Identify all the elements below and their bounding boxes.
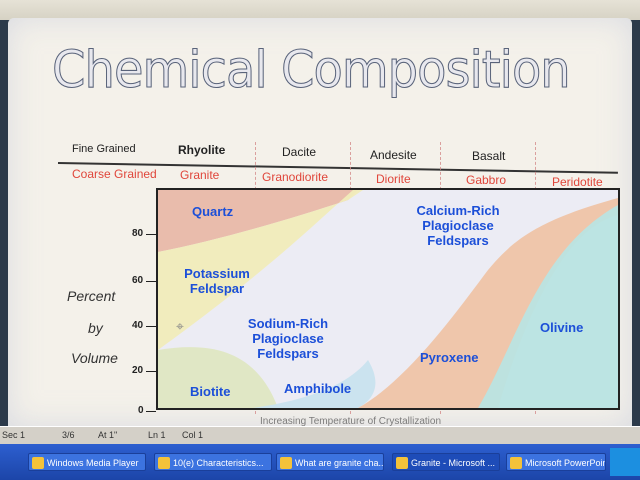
label-pyroxene: Pyroxene — [420, 350, 479, 365]
y-tick-label: 60 — [132, 275, 144, 286]
y-axis-label-volume: Volume — [71, 350, 118, 366]
fine-grained-label: Fine Grained — [72, 143, 136, 155]
label-quartz: Quartz — [192, 204, 234, 219]
rock-dacite: Dacite — [282, 145, 317, 159]
y-tick-mark — [146, 371, 156, 372]
y-tick-label: 40 — [132, 320, 144, 331]
rock-basalt: Basalt — [472, 149, 506, 163]
y-tick-label: 0 — [138, 405, 144, 416]
page-title: Chemical Composition — [52, 40, 572, 100]
status-section: Sec 1 — [2, 430, 26, 440]
powerpoint-icon — [510, 457, 522, 469]
monitor-bezel — [0, 0, 640, 20]
taskbar-item-media-player[interactable]: Windows Media Player — [28, 453, 146, 471]
y-axis-label-percent: Percent — [67, 288, 116, 304]
y-axis-label-by: by — [88, 320, 103, 336]
y-tick-label: 80 — [132, 228, 144, 239]
label-calcium-plagioclase: Calcium-Rich Plagioclase Feldspars — [416, 203, 500, 248]
system-tray — [610, 448, 640, 476]
coarse-grained-label: Coarse Grained — [72, 167, 157, 181]
taskbar-item-granite-word[interactable]: Granite - Microsoft ... — [392, 453, 500, 471]
media-player-icon — [32, 457, 44, 469]
composition-chart — [156, 188, 620, 410]
label-biotite: Biotite — [190, 384, 231, 399]
taskbar-item-characteristics[interactable]: 10(e) Characteristics... — [154, 453, 272, 471]
label-olivine: Olivine — [540, 320, 584, 335]
rock-diorite: Diorite — [376, 172, 411, 186]
y-tick-label: 20 — [132, 365, 144, 376]
label-amphibole: Amphibole — [284, 381, 352, 396]
status-bar: Sec 1 3/6 At 1" Ln 1 Col 1 — [0, 426, 640, 445]
mouse-cursor-icon: ⌖ — [176, 318, 184, 334]
rock-peridotite: Peridotite — [552, 175, 603, 189]
y-tick-mark — [146, 326, 156, 327]
rock-granite: Granite — [180, 168, 220, 182]
status-col: Col 1 — [182, 430, 204, 440]
label-potassium-feldspar: Potassium Feldspar — [184, 266, 250, 296]
rock-andesite: Andesite — [370, 148, 417, 162]
word-icon — [396, 457, 408, 469]
taskbar: Windows Media Player 10(e) Characteristi… — [0, 444, 640, 480]
status-line: Ln 1 — [148, 430, 166, 440]
label-sodium-plagioclase: Sodium-Rich Plagioclase Feldspars — [247, 316, 329, 361]
y-tick-mark — [146, 411, 156, 412]
y-tick-mark — [146, 281, 156, 282]
rock-gabbro: Gabbro — [466, 173, 507, 187]
status-at: At 1" — [98, 430, 118, 440]
chart-area-svg — [158, 190, 618, 408]
y-tick-mark — [146, 234, 156, 235]
taskbar-item-granite-question[interactable]: What are granite cha... — [276, 453, 384, 471]
browser-icon — [158, 457, 170, 469]
browser-icon — [280, 457, 292, 469]
status-page: 3/6 — [62, 430, 75, 440]
rock-granodiorite: Granodiorite — [262, 170, 329, 184]
rock-rhyolite: Rhyolite — [178, 143, 226, 157]
taskbar-item-powerpoint[interactable]: Microsoft PowerPoint... — [506, 453, 606, 471]
